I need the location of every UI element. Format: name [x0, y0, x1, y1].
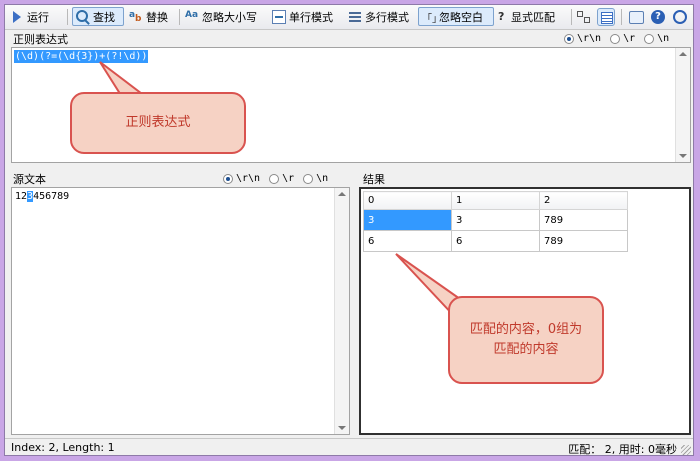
regex-newline-cr[interactable]: \r: [610, 33, 635, 44]
replace-button[interactable]: a b 替换: [126, 7, 176, 26]
app-window: 运行 查找 a b 替换 Aa 忽略大小写 单行模式 多行模式 「」 忽略空白 …: [4, 4, 694, 456]
regex-newline-lf[interactable]: \n: [644, 33, 669, 44]
result-column-header[interactable]: 1: [451, 191, 540, 210]
regex-newline-crlf[interactable]: \r\n: [564, 33, 601, 44]
result-cell[interactable]: 6: [451, 230, 540, 252]
source-scrollbar[interactable]: [334, 188, 349, 434]
find-button[interactable]: 查找: [72, 7, 124, 26]
result-column-header[interactable]: 2: [539, 191, 628, 210]
multi-line-label: 多行模式: [365, 10, 409, 24]
source-panel-title: 源文本: [13, 173, 46, 186]
regex-scrollbar[interactable]: [675, 48, 690, 162]
source-newline-options: \r\n \r \n: [223, 173, 328, 184]
result-callout: 匹配的内容，0组为匹配的内容: [448, 296, 604, 384]
table-row[interactable]: 6 6 789: [363, 230, 628, 252]
run-label: 运行: [27, 10, 49, 24]
result-cell[interactable]: 3: [451, 209, 540, 231]
run-button[interactable]: 运行: [7, 7, 59, 26]
find-label: 查找: [93, 10, 115, 24]
result-cell[interactable]: 3: [363, 209, 452, 231]
explicit-capture-label: 显式匹配: [511, 10, 555, 24]
options-icon[interactable]: [627, 8, 645, 26]
toolbar: 运行 查找 a b 替换 Aa 忽略大小写 单行模式 多行模式 「」 忽略空白 …: [5, 5, 693, 30]
source-text[interactable]: 123456789: [15, 190, 69, 203]
status-position: Index: 2, Length: 1: [11, 441, 115, 454]
table-row[interactable]: 3 3 789: [363, 209, 628, 231]
ignore-case-label: 忽略大小写: [202, 10, 257, 24]
result-panel-title: 结果: [363, 173, 385, 186]
ignore-whitespace-icon: 「」: [422, 13, 442, 25]
source-editor[interactable]: 123456789: [11, 187, 350, 435]
regex-callout: 正则表达式: [70, 92, 246, 154]
result-cell[interactable]: 6: [363, 230, 452, 252]
layout-grid-icon[interactable]: [597, 8, 615, 26]
about-icon[interactable]: [671, 8, 689, 26]
ignore-whitespace-label: 忽略空白: [439, 10, 483, 24]
single-line-label: 单行模式: [289, 10, 333, 24]
layout-split-icon[interactable]: [575, 8, 593, 26]
ignore-case-icon: Aa: [185, 9, 199, 20]
result-cell[interactable]: 789: [539, 230, 628, 252]
result-column-header[interactable]: 0: [363, 191, 452, 210]
source-newline-cr[interactable]: \r: [269, 173, 294, 184]
source-newline-crlf[interactable]: \r\n: [223, 173, 260, 184]
multi-line-button[interactable]: 多行模式: [345, 7, 421, 26]
regex-panel-title: 正则表达式: [13, 33, 68, 46]
find-icon: [76, 9, 90, 25]
status-bar: Index: 2, Length: 1 匹配： 2, 用时: 0毫秒: [5, 438, 693, 456]
single-line-button[interactable]: 单行模式: [269, 7, 344, 26]
result-cell[interactable]: 789: [539, 209, 628, 231]
ignore-whitespace-button[interactable]: 「」 忽略空白: [418, 7, 494, 26]
replace-icon: a b: [129, 9, 142, 24]
replace-label: 替换: [146, 10, 168, 24]
explicit-capture-icon: ?: [498, 9, 505, 23]
regex-newline-options: \r\n \r \n: [564, 33, 669, 44]
multi-line-icon: [348, 10, 362, 24]
single-line-icon: [272, 9, 286, 24]
status-match-info: 匹配： 2, 用时: 0毫秒: [568, 443, 677, 456]
source-newline-lf[interactable]: \n: [303, 173, 328, 184]
result-table: 0 1 2 3 3 789 6 6 789: [363, 191, 628, 252]
run-icon: [10, 10, 24, 24]
resize-grip[interactable]: [681, 445, 691, 455]
regex-text[interactable]: (\d)(?=(\d{3})+(?!\d)): [14, 50, 149, 63]
result-header-row: 0 1 2: [363, 191, 628, 210]
ignore-case-button[interactable]: Aa 忽略大小写: [182, 7, 268, 26]
help-icon[interactable]: ?: [649, 8, 667, 26]
explicit-capture-button[interactable]: ? 显式匹配: [495, 7, 569, 26]
